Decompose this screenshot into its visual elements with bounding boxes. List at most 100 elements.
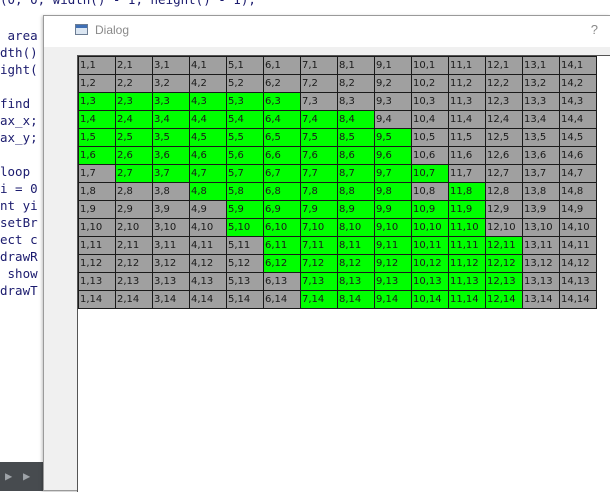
grid-cell: 1,2 bbox=[78, 74, 116, 93]
grid-cell: 14,8 bbox=[559, 182, 597, 201]
grid-cell: 10,11 bbox=[411, 236, 449, 255]
grid-cell: 1,1 bbox=[78, 56, 116, 75]
grid-cell: 8,8 bbox=[337, 182, 375, 201]
grid-cell: 10,7 bbox=[411, 164, 449, 183]
grid-cell: 12,1 bbox=[485, 56, 523, 75]
grid-cell: 3,4 bbox=[152, 110, 190, 129]
grid-cell: 11,8 bbox=[448, 182, 486, 201]
grid-cell: 9,13 bbox=[374, 272, 412, 291]
grid-row: 1,13 2,13 3,13 4,13 5,13 6,13 7,13 8,13 9,13 10,1… bbox=[78, 272, 597, 291]
grid-cell: 10,4 bbox=[411, 110, 449, 129]
grid-cell: 10,2 bbox=[411, 74, 449, 93]
grid-cell: 4,14 bbox=[189, 290, 227, 309]
grid-cell: 9,9 bbox=[374, 200, 412, 219]
grid-cell: 6,3 bbox=[263, 92, 301, 111]
grid-cell: 12,14 bbox=[485, 290, 523, 309]
grid-cell: 4,6 bbox=[189, 146, 227, 165]
grid-cell: 8,10 bbox=[337, 218, 375, 237]
help-button[interactable]: ? bbox=[591, 22, 598, 37]
grid-cell: 2,13 bbox=[115, 272, 153, 291]
grid-row: 1,5 2,5 3,5 4,5 5,5 6,5 7,5 8,5 9,5 10,5 11,5 12,5 1… bbox=[78, 128, 597, 147]
grid-cell: 2,10 bbox=[115, 218, 153, 237]
grid-cell: 5,9 bbox=[226, 200, 264, 219]
dialog-title: Dialog bbox=[95, 23, 130, 37]
grid-cell: 13,11 bbox=[522, 236, 560, 255]
play-icon[interactable]: ▶ bbox=[5, 470, 12, 482]
grid-cell: 1,5 bbox=[78, 128, 116, 147]
grid-cell: 5,6 bbox=[226, 146, 264, 165]
grid-cell: 11,3 bbox=[448, 92, 486, 111]
grid-cell: 12,9 bbox=[485, 200, 523, 219]
grid-cell: 3,9 bbox=[152, 200, 190, 219]
grid-cell: 10,9 bbox=[411, 200, 449, 219]
grid-cell: 14,1 bbox=[559, 56, 597, 75]
grid-cell: 12,8 bbox=[485, 182, 523, 201]
grid-cell: 2,5 bbox=[115, 128, 153, 147]
grid-cell: 11,13 bbox=[448, 272, 486, 291]
grid-cell: 4,8 bbox=[189, 182, 227, 201]
grid-cell: 7,5 bbox=[300, 128, 338, 147]
dialog-titlebar[interactable]: Dialog ? bbox=[44, 16, 610, 47]
grid-cell: 9,12 bbox=[374, 254, 412, 273]
grid-cell: 13,8 bbox=[522, 182, 560, 201]
grid-cell: 8,5 bbox=[337, 128, 375, 147]
paint-canvas: 1,1 2,1 3,1 4,1 5,1 6,1 7,1 8,1 9,1 10,1 11,1 12,1 1… bbox=[77, 55, 610, 492]
grid-cell: 10,12 bbox=[411, 254, 449, 273]
grid-cell: 4,10 bbox=[189, 218, 227, 237]
grid-cell: 2,12 bbox=[115, 254, 153, 273]
grid-cell: 3,5 bbox=[152, 128, 190, 147]
grid-cell: 4,11 bbox=[189, 236, 227, 255]
grid-cell: 1,14 bbox=[78, 290, 116, 309]
grid-cell: 13,5 bbox=[522, 128, 560, 147]
code-line: drawR bbox=[0, 249, 38, 264]
code-line: ax_x; bbox=[0, 113, 38, 128]
grid-cell: 5,14 bbox=[226, 290, 264, 309]
step-icon[interactable]: ▶ bbox=[23, 470, 30, 482]
grid-cell: 6,4 bbox=[263, 110, 301, 129]
grid-cell: 11,10 bbox=[448, 218, 486, 237]
grid-cell: 8,4 bbox=[337, 110, 375, 129]
grid-cell: 10,8 bbox=[411, 182, 449, 201]
grid-cell: 5,1 bbox=[226, 56, 264, 75]
grid-cell: 11,4 bbox=[448, 110, 486, 129]
grid-row: 1,7 2,7 3,7 4,7 5,7 6,7 7,7 8,7 9,7 10,7 11,7 12,7 1… bbox=[78, 164, 597, 183]
grid-row: 1,3 2,3 3,3 4,3 5,3 6,3 7,3 8,3 9,3 10,3 11,3 12,3 1… bbox=[78, 92, 597, 111]
grid-cell: 2,14 bbox=[115, 290, 153, 309]
grid-cell: 13,2 bbox=[522, 74, 560, 93]
grid-cell: 1,4 bbox=[78, 110, 116, 129]
grid-cell: 3,14 bbox=[152, 290, 190, 309]
grid-cell: 1,9 bbox=[78, 200, 116, 219]
grid-cell: 10,1 bbox=[411, 56, 449, 75]
dialog-window: Dialog ? 1,1 2,1 3,1 4,1 5,1 6,1 7,1 8,1 9,1 10,1… bbox=[43, 15, 610, 492]
grid-row: 1,14 2,14 3,14 4,14 5,14 6,14 7,14 8,14 9,14 10,1… bbox=[78, 290, 597, 309]
grid-cell: 5,12 bbox=[226, 254, 264, 273]
grid-cell: 8,3 bbox=[337, 92, 375, 111]
grid-row: 1,11 2,11 3,11 4,11 5,11 6,11 7,11 8,11 9,11 10,1… bbox=[78, 236, 597, 255]
grid-cell: 14,4 bbox=[559, 110, 597, 129]
grid-cell: 1,3 bbox=[78, 92, 116, 111]
grid-row: 1,6 2,6 3,6 4,6 5,6 6,6 7,6 8,6 9,6 10,6 11,6 12,6 1… bbox=[78, 146, 597, 165]
grid-cell: 2,3 bbox=[115, 92, 153, 111]
grid-cell: 6,11 bbox=[263, 236, 301, 255]
grid-cell: 7,12 bbox=[300, 254, 338, 273]
grid-cell: 12,3 bbox=[485, 92, 523, 111]
grid-cell: 5,4 bbox=[226, 110, 264, 129]
grid-cell: 1,7 bbox=[78, 164, 116, 183]
code-line: drawT bbox=[0, 283, 38, 298]
code-line: area bbox=[0, 28, 38, 43]
grid-cell: 14,6 bbox=[559, 146, 597, 165]
grid-cell: 2,6 bbox=[115, 146, 153, 165]
grid-cell: 3,8 bbox=[152, 182, 190, 201]
grid-cell: 9,6 bbox=[374, 146, 412, 165]
grid-cell: 14,7 bbox=[559, 164, 597, 183]
grid-cell: 8,1 bbox=[337, 56, 375, 75]
grid-cell: 10,14 bbox=[411, 290, 449, 309]
grid-cell: 6,12 bbox=[263, 254, 301, 273]
grid-cell: 6,8 bbox=[263, 182, 301, 201]
grid-cell: 3,6 bbox=[152, 146, 190, 165]
grid-cell: 8,14 bbox=[337, 290, 375, 309]
grid-row: 1,8 2,8 3,8 4,8 5,8 6,8 7,8 8,8 9,8 10,8 11,8 12,8 1… bbox=[78, 182, 597, 201]
grid-cell: 12,4 bbox=[485, 110, 523, 129]
grid-cell: 13,10 bbox=[522, 218, 560, 237]
grid-cell: 3,12 bbox=[152, 254, 190, 273]
